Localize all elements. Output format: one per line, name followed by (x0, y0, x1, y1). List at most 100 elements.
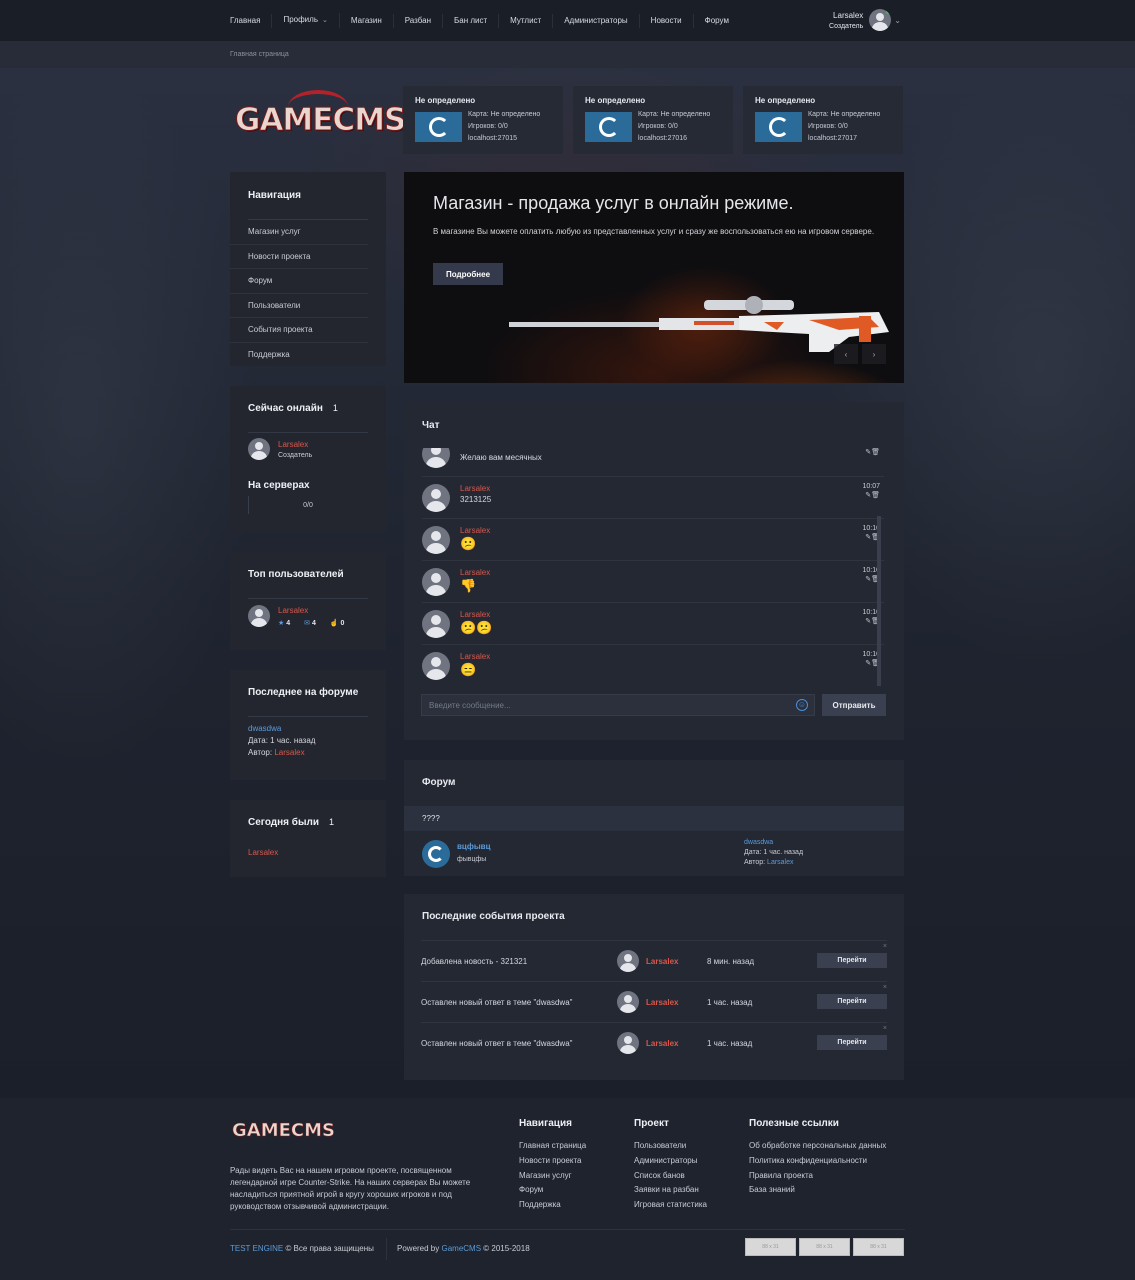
star-icon: ★ (278, 620, 285, 627)
event-user-avatar-icon (617, 950, 639, 972)
nav-news[interactable]: Новости (640, 13, 694, 28)
footer-link[interactable]: Список банов (634, 1169, 707, 1184)
footer-link[interactable]: Об обработке персональных данных (749, 1139, 886, 1154)
forum-last-topic[interactable]: dwasdwa (744, 839, 773, 846)
chat-author[interactable]: Larsalex (460, 484, 490, 493)
nav-unban[interactable]: Разбан (394, 13, 444, 28)
copyright: TEST ENGINE © Все права защищены (230, 1244, 374, 1253)
last-forum-author-link[interactable]: Larsalex (274, 748, 304, 757)
today-user[interactable]: Larsalex (248, 848, 278, 857)
site-logo[interactable]: GAMECMS (233, 90, 407, 152)
event-go-button[interactable]: Перейти (817, 994, 887, 1009)
nav-forum[interactable]: Форум (694, 14, 740, 28)
forum-category[interactable]: ???? (404, 806, 904, 831)
slider-next-button[interactable]: › (862, 344, 886, 364)
nav-mutelist[interactable]: Мутлист (499, 13, 554, 28)
edit-delete-icons[interactable]: ✎🗑 (865, 491, 880, 499)
chat-message: Larsalex 😕😕 10:10 ✎🗑 (422, 602, 884, 645)
footer-divider (230, 1229, 905, 1230)
chat-message-text: 😑 (460, 662, 477, 677)
sidebar-item-shop[interactable]: Магазин услуг (230, 220, 368, 245)
last-forum-topic[interactable]: dwasdwa (248, 724, 281, 733)
close-icon[interactable]: × (883, 1025, 887, 1032)
footer-link[interactable]: Новости проекта (519, 1154, 586, 1169)
sidebar-item-users[interactable]: Пользователи (230, 294, 368, 318)
sidebar-item-news[interactable]: Новости проекта (230, 245, 368, 269)
chat-avatar-icon (422, 610, 450, 638)
forum-last-author-link[interactable]: Larsalex (767, 859, 793, 866)
last-forum-date: Дата: 1 час. назад (248, 736, 316, 745)
footer-link[interactable]: Поддержка (519, 1198, 586, 1213)
footer-link[interactable]: Главная страница (519, 1139, 586, 1154)
chat-message-input[interactable]: Введите сообщение... ☺ (421, 694, 815, 716)
footer-link[interactable]: Магазин услуг (519, 1169, 586, 1184)
close-icon[interactable]: × (883, 943, 887, 950)
top-user-avatar-icon[interactable] (248, 605, 270, 627)
breadcrumb[interactable]: Главная страница (230, 51, 289, 58)
nav-shop[interactable]: Магазин (340, 13, 394, 28)
event-user[interactable]: Larsalex (646, 1039, 678, 1048)
event-go-button[interactable]: Перейти (817, 1035, 887, 1050)
slider-prev-button[interactable]: ‹ (834, 344, 858, 364)
gamecms-link[interactable]: GameCMS (441, 1244, 481, 1253)
user-avatar-icon[interactable] (869, 9, 892, 31)
counter-badge[interactable]: 88 x 31 (853, 1238, 904, 1256)
event-user[interactable]: Larsalex (646, 998, 678, 1007)
sidebar-item-support[interactable]: Поддержка (230, 343, 368, 367)
server-card[interactable]: Не определено Карта: Не определено Игрок… (403, 86, 563, 154)
event-time: 1 час. назад (707, 998, 753, 1007)
edit-delete-icons[interactable]: ✎🗑 (865, 448, 880, 456)
slider-title: Магазин - продажа услуг в онлайн режиме. (433, 193, 794, 213)
chat-author[interactable]: Larsalex (460, 652, 490, 661)
footer-logo[interactable]: GAMECMS (232, 1120, 336, 1142)
send-button[interactable]: Отправить (822, 694, 886, 716)
chat-message: Larsalex 👎 10:10 ✎🗑 (422, 560, 884, 603)
server-card[interactable]: Не определено Карта: Не определено Игрок… (743, 86, 903, 154)
sidebar-item-events[interactable]: События проекта (230, 318, 368, 343)
chat-author[interactable]: Larsalex (460, 526, 490, 535)
chat-author[interactable]: Larsalex (460, 610, 490, 619)
footer-link[interactable]: Игровая статистика (634, 1198, 707, 1213)
footer-link[interactable]: Администраторы (634, 1154, 707, 1169)
event-go-button[interactable]: Перейти (817, 953, 887, 968)
close-icon[interactable]: × (883, 984, 887, 991)
footer-link[interactable]: Политика конфиденциальности (749, 1154, 886, 1169)
counter-badge[interactable]: 88 x 31 (799, 1238, 850, 1256)
server-card[interactable]: Не определено Карта: Не определено Игрок… (573, 86, 733, 154)
nav-banlist[interactable]: Бан лист (443, 13, 500, 28)
footer-link[interactable]: Пользователи (634, 1139, 707, 1154)
user-menu[interactable]: Larsalex Создатель ⌄ (829, 9, 901, 31)
sidebar-item-forum[interactable]: Форум (230, 269, 368, 294)
counter-badge[interactable]: 88 x 31 (745, 1238, 796, 1256)
footer-link[interactable]: Правила проекта (749, 1169, 886, 1184)
today-count: 1 (329, 817, 335, 827)
online-user-name[interactable]: Larsalex (278, 440, 308, 449)
nav-profile[interactable]: Профиль ⌄ (272, 13, 340, 28)
chat-author[interactable]: Larsalex (460, 568, 490, 577)
sidebar-today-visitors: Сегодня были 1 Larsalex (230, 800, 386, 877)
footer-link[interactable]: Форум (519, 1183, 586, 1198)
footer-useful-title: Полезные ссылки (749, 1118, 839, 1129)
chat-avatar-icon (422, 526, 450, 554)
engine-link[interactable]: TEST ENGINE (230, 1244, 283, 1253)
top-navbar: Главная Профиль ⌄ Магазин Разбан Бан лист… (0, 0, 1135, 41)
forum-section-name[interactable]: вцфывц (457, 842, 491, 851)
chat-messages[interactable]: Желаю вам месячных ✎🗑 Larsalex 3213125 1… (404, 448, 904, 688)
smile-icon[interactable]: ☺ (796, 699, 808, 711)
footer-link[interactable]: База знаний (749, 1183, 886, 1198)
online-user-avatar-icon[interactable] (248, 438, 270, 460)
chat-message-text: 😕 (460, 536, 477, 551)
event-user[interactable]: Larsalex (646, 957, 678, 966)
chat-scrollbar[interactable] (877, 516, 881, 686)
promo-slider: Магазин - продажа услуг в онлайн режиме.… (404, 172, 904, 383)
nav-home[interactable]: Главная (230, 13, 273, 28)
online-count: 1 (332, 403, 338, 413)
nav-admins[interactable]: Администраторы (553, 13, 640, 28)
footer-link[interactable]: Заявки на разбан (634, 1183, 707, 1198)
chevron-down-icon[interactable]: ⌄ (894, 16, 901, 25)
breadcrumb-bar: Главная страница (0, 41, 1135, 68)
top-user-name[interactable]: Larsalex (278, 606, 308, 615)
more-button[interactable]: Подробнее (433, 263, 503, 285)
server-title: Не определено (585, 96, 646, 105)
chat-message-text: Желаю вам месячных (460, 453, 542, 462)
